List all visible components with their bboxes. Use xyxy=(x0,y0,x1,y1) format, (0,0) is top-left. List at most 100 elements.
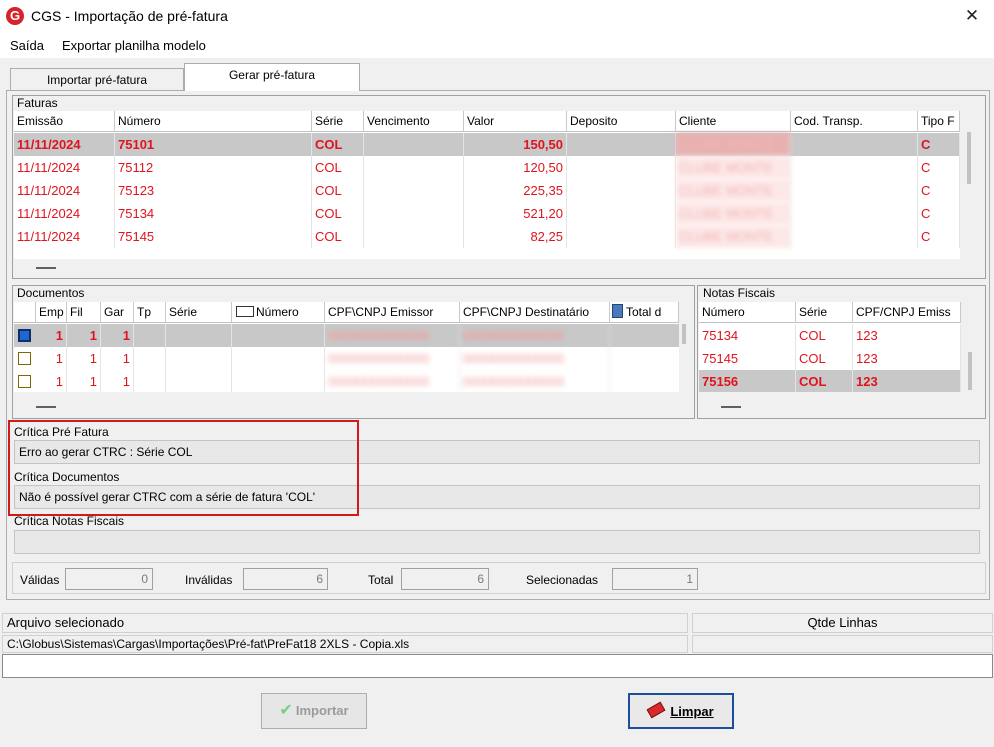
documentos-hscroll[interactable] xyxy=(14,392,691,416)
fatura-cell-tipo: C xyxy=(918,133,960,156)
notas-grid[interactable]: Número Série CPF/CNPJ Emiss 75134 COL 123 7… xyxy=(699,302,961,392)
col-serie[interactable]: Série xyxy=(312,111,364,132)
tab-gerar-pre-fatura[interactable]: Gerar pré-fatura xyxy=(184,63,360,91)
close-window-icon[interactable]: ✕ xyxy=(960,4,984,28)
validas-field: 0 xyxy=(65,568,153,590)
fatura-cell-cliente: CLUBE MONTE xyxy=(676,225,791,248)
faturas-scrollbar[interactable] xyxy=(962,130,980,259)
col-gar[interactable]: Gar xyxy=(101,302,134,323)
critica-notas-field[interactable] xyxy=(14,530,980,554)
importar-button[interactable]: ✔ Importar xyxy=(261,693,367,729)
col-fil[interactable]: Fil xyxy=(67,302,101,323)
fatura-cell-deposito xyxy=(567,179,676,202)
notas-header: Número Série CPF/CNPJ Emiss xyxy=(699,302,961,323)
checkmark-icon: ✔ xyxy=(279,702,293,719)
highlight-box xyxy=(8,420,359,516)
fatura-cell-serie: COL xyxy=(312,156,364,179)
fatura-cell-vencimento xyxy=(364,156,464,179)
documento-cell-numero xyxy=(232,347,325,370)
documento-row[interactable]: 1 1 1 00000000000000 00000000000000 xyxy=(14,370,679,392)
documentos-hscroll-thumb[interactable] xyxy=(36,406,56,408)
arquivo-label: Arquivo selecionado xyxy=(2,613,688,633)
documento-row[interactable]: 1 1 1 00000000000000 00000000000000 xyxy=(14,347,679,370)
counters-panel xyxy=(12,562,986,594)
documento-cell-gar: 1 xyxy=(101,324,134,347)
col-vencimento[interactable]: Vencimento xyxy=(364,111,464,132)
fatura-cell-emissao: 11/11/2024 xyxy=(14,156,115,179)
col-emissao[interactable]: Emissão xyxy=(14,111,115,132)
col-cliente[interactable]: Cliente xyxy=(676,111,791,132)
menu-exportar-planilha[interactable]: Exportar planilha modelo xyxy=(62,38,206,53)
col-cod-transp[interactable]: Cod. Transp. xyxy=(791,111,918,132)
notas-hscroll[interactable] xyxy=(699,392,981,416)
nota-cell-numero: 75156 xyxy=(699,370,796,392)
documentos-scroll-thumb[interactable] xyxy=(682,324,686,344)
limpar-button-label: Limpar xyxy=(670,704,714,719)
fatura-cell-emissao: 11/11/2024 xyxy=(14,133,115,156)
documento-checkbox[interactable] xyxy=(18,375,31,388)
critica-notas-label: Crítica Notas Fiscais xyxy=(14,514,125,528)
nota-row[interactable]: 75156 COL 123 xyxy=(699,370,961,392)
faturas-header: Emissão Número Série Vencimento Valor De… xyxy=(14,111,960,132)
col-emp[interactable]: Emp xyxy=(36,302,67,323)
faturas-grid[interactable]: Emissão Número Série Vencimento Valor De… xyxy=(14,111,960,259)
faturas-scroll-thumb[interactable] xyxy=(967,132,971,184)
fatura-cell-valor: 150,50 xyxy=(464,133,567,156)
col-total[interactable]: Total d xyxy=(610,302,679,323)
fatura-cell-tipo: C xyxy=(918,225,960,248)
col-numero[interactable]: Número xyxy=(115,111,312,132)
notas-scrollbar[interactable] xyxy=(963,322,981,392)
fatura-cell-valor: 225,35 xyxy=(464,179,567,202)
tab-importar-pre-fatura[interactable]: Importar pré-fatura xyxy=(10,68,184,90)
col-tp[interactable]: Tp xyxy=(134,302,166,323)
window-title: CGS - Importação de pré-fatura xyxy=(31,8,228,24)
fatura-cell-valor: 82,25 xyxy=(464,225,567,248)
qtde-linhas-label: Qtde Linhas xyxy=(692,613,993,633)
fatura-cell-numero: 75134 xyxy=(115,202,312,225)
fatura-cell-serie: COL xyxy=(312,179,364,202)
fatura-cell-cliente: CLUBE MONTE xyxy=(676,179,791,202)
notas-scroll-thumb[interactable] xyxy=(968,352,972,390)
fatura-row[interactable]: 11/11/2024 75101 COL 150,50 CLUBE MONTE C xyxy=(14,133,960,156)
faturas-hscroll[interactable] xyxy=(14,259,980,277)
validas-label: Válidas xyxy=(20,573,60,587)
documento-cell-emissor: 00000000000000 xyxy=(325,324,460,347)
command-input[interactable] xyxy=(2,654,993,678)
nota-row[interactable]: 75145 COL 123 xyxy=(699,347,961,370)
invalidas-field: 6 xyxy=(243,568,328,590)
limpar-button[interactable]: Limpar xyxy=(628,693,734,729)
faturas-hscroll-thumb[interactable] xyxy=(36,267,56,269)
documento-checkbox[interactable] xyxy=(18,329,31,342)
col-doc-numero[interactable]: Número xyxy=(232,302,325,323)
fatura-row[interactable]: 11/11/2024 75145 COL 82,25 CLUBE MONTE C xyxy=(14,225,960,248)
documentos-scrollbar[interactable] xyxy=(679,322,691,392)
menu-saida[interactable]: Saída xyxy=(10,38,44,53)
documento-row[interactable]: 1 1 1 00000000000000 00000000000000 xyxy=(14,324,679,347)
documento-cell-tp xyxy=(134,324,166,347)
fatura-cell-cliente: CLUBE MONTE xyxy=(676,202,791,225)
fatura-cell-deposito xyxy=(567,156,676,179)
col-doc-serie[interactable]: Série xyxy=(166,302,232,323)
fatura-row[interactable]: 11/11/2024 75112 COL 120,50 CLUBE MONTE C xyxy=(14,156,960,179)
col-valor[interactable]: Valor xyxy=(464,111,567,132)
fatura-cell-emissao: 11/11/2024 xyxy=(14,179,115,202)
fatura-row[interactable]: 11/11/2024 75123 COL 225,35 CLUBE MONTE C xyxy=(14,179,960,202)
col-cnpj-destinatario[interactable]: CPF\CNPJ Destinatário xyxy=(460,302,610,323)
col-total-label: Total d xyxy=(626,305,662,319)
nota-cell-cnpj: 123 xyxy=(853,347,961,370)
fatura-row[interactable]: 11/11/2024 75134 COL 521,20 CLUBE MONTE C xyxy=(14,202,960,225)
fatura-cell-vencimento xyxy=(364,179,464,202)
col-nf-cnpj[interactable]: CPF/CNPJ Emiss xyxy=(853,302,961,323)
documentos-grid[interactable]: Emp Fil Gar Tp Série Número CPF\CNPJ Emi… xyxy=(14,302,679,392)
notas-hscroll-thumb[interactable] xyxy=(721,406,741,408)
documento-cell-serie xyxy=(166,370,232,392)
col-deposito[interactable]: Deposito xyxy=(567,111,676,132)
col-nf-serie[interactable]: Série xyxy=(796,302,853,323)
nota-row[interactable]: 75134 COL 123 xyxy=(699,324,961,347)
col-nf-numero[interactable]: Número xyxy=(699,302,796,323)
qtde-linhas-value xyxy=(692,635,993,653)
col-tipo[interactable]: Tipo F xyxy=(918,111,960,132)
documento-cell-gar: 1 xyxy=(101,347,134,370)
col-cnpj-emissor[interactable]: CPF\CNPJ Emissor xyxy=(325,302,460,323)
documento-checkbox[interactable] xyxy=(18,352,31,365)
